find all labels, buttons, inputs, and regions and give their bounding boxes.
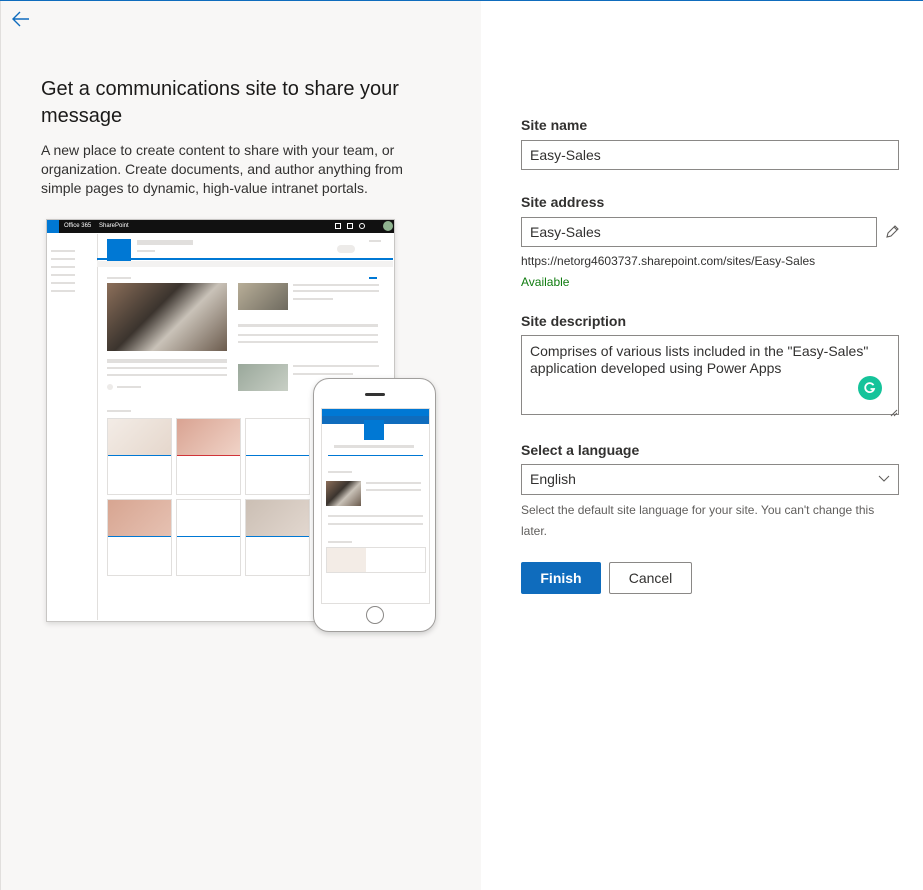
pencil-icon[interactable] [884,224,900,240]
phone-preview-illustration [313,378,436,632]
resize-handle[interactable] [889,404,898,417]
phone-home-button [366,606,384,624]
availability-status: Available [521,275,570,289]
page-description: A new place to create content to share w… [41,142,403,196]
finish-button[interactable]: Finish [521,562,601,594]
language-label: Select a language [521,442,640,458]
language-help-text: Select the default site language for you… [521,503,875,538]
site-address-label: Site address [521,194,605,210]
preview-app-name: SharePoint [99,223,129,229]
site-name-label: Site name [521,117,588,133]
chevron-down-icon [878,465,890,502]
preview-suite-name: Office 365 [64,223,92,229]
site-name-input[interactable]: Easy-Sales [521,140,899,170]
phone-speaker [365,393,385,396]
page-title: Get a communications site to share your … [41,78,399,127]
preview-left-nav [47,234,98,620]
site-url: https://netorg4603737.sharepoint.com/sit… [521,254,816,268]
grammarly-icon[interactable] [858,376,882,400]
language-selected-value: English [530,471,576,487]
waffle-icon [47,220,59,233]
site-description-text: Comprises of various lists included in t… [530,343,869,376]
preview-suite-bar: Office 365 SharePoint [47,220,394,233]
language-dropdown[interactable]: English [521,464,899,495]
cancel-button[interactable]: Cancel [609,562,692,594]
phone-screen [321,408,430,604]
back-arrow-icon[interactable] [11,10,35,32]
site-address-input[interactable]: Easy-Sales [521,217,877,247]
site-description-label: Site description [521,313,627,329]
site-description-textarea[interactable]: Comprises of various lists included in t… [521,335,899,415]
